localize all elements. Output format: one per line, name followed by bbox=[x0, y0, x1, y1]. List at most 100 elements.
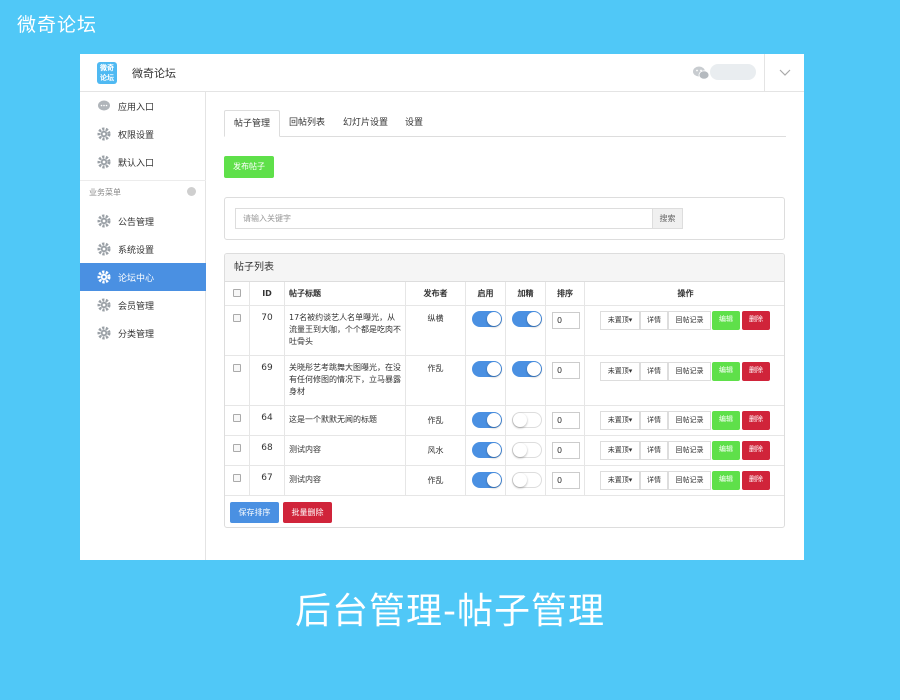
order-cell: 0 bbox=[546, 356, 585, 405]
tab-settings[interactable]: 设置 bbox=[396, 110, 432, 137]
edit-button[interactable]: 编辑 bbox=[712, 441, 740, 460]
delete-button[interactable]: 删除 bbox=[742, 471, 770, 490]
order-input[interactable]: 0 bbox=[552, 442, 580, 459]
order-cell: 0 bbox=[546, 306, 585, 355]
actions-cell: 未置顶▾ 详情 回帖记录 编辑 删除 bbox=[585, 436, 784, 465]
row-checkbox[interactable] bbox=[233, 444, 241, 452]
featured-toggle[interactable] bbox=[512, 412, 542, 428]
enabled-toggle[interactable] bbox=[472, 412, 502, 428]
sidebar-item-system-settings[interactable]: 系统设置 bbox=[80, 235, 206, 263]
order-input[interactable]: 0 bbox=[552, 472, 580, 489]
row-checkbox[interactable] bbox=[233, 364, 241, 372]
column-header-actions: 操作 bbox=[677, 289, 694, 298]
tab-slideshow-settings[interactable]: 幻灯片设置 bbox=[334, 110, 397, 137]
reply-records-button[interactable]: 回帖记录 bbox=[668, 411, 711, 430]
edit-button[interactable]: 编辑 bbox=[712, 311, 740, 330]
post-author: 作乱 bbox=[406, 406, 466, 435]
row-checkbox[interactable] bbox=[233, 314, 241, 322]
search-button[interactable]: 搜索 bbox=[652, 208, 683, 229]
order-input[interactable]: 0 bbox=[552, 412, 580, 429]
sidebar-item-categories[interactable]: 分类管理 bbox=[80, 319, 206, 347]
batch-delete-button[interactable]: 批量删除 bbox=[283, 502, 332, 523]
pin-dropdown-button[interactable]: 未置顶▾ bbox=[600, 441, 640, 460]
order-input[interactable]: 0 bbox=[552, 362, 580, 379]
delete-button[interactable]: 删除 bbox=[742, 362, 770, 381]
wechat-icon bbox=[693, 66, 710, 80]
enabled-cell bbox=[466, 406, 506, 435]
tab-bar: 帖子管理 回帖列表 幻灯片设置 设置 bbox=[224, 110, 786, 137]
collapse-toggle-icon[interactable] bbox=[187, 187, 196, 196]
brand-title: 微奇论坛 bbox=[17, 14, 98, 36]
actions-cell: 未置顶▾ 详情 回帖记录 编辑 删除 bbox=[585, 406, 784, 435]
pin-dropdown-button[interactable]: 未置顶▾ bbox=[600, 311, 640, 330]
row-checkbox[interactable] bbox=[233, 414, 241, 422]
page-caption: 后台管理-帖子管理 bbox=[295, 591, 605, 632]
post-list-title: 帖子列表 bbox=[225, 254, 784, 282]
post-author: 纵横 bbox=[406, 306, 466, 355]
edit-button[interactable]: 编辑 bbox=[712, 362, 740, 381]
enabled-toggle[interactable] bbox=[472, 442, 502, 458]
pin-dropdown-button[interactable]: 未置顶▾ bbox=[600, 411, 640, 430]
detail-button[interactable]: 详情 bbox=[640, 362, 668, 381]
detail-button[interactable]: 详情 bbox=[640, 441, 668, 460]
enabled-toggle[interactable] bbox=[472, 472, 502, 488]
edit-button[interactable]: 编辑 bbox=[712, 471, 740, 490]
sidebar-item-announcements[interactable]: 公告管理 bbox=[80, 207, 206, 235]
row-checkbox[interactable] bbox=[233, 474, 241, 482]
delete-button[interactable]: 删除 bbox=[742, 311, 770, 330]
post-author: 作乱 bbox=[406, 356, 466, 405]
sidebar-item-app-entry[interactable]: 应用入口 bbox=[80, 92, 206, 120]
sidebar-item-label: 公告管理 bbox=[118, 217, 155, 228]
enabled-cell bbox=[466, 466, 506, 495]
reply-records-button[interactable]: 回帖记录 bbox=[668, 362, 711, 381]
chevron-down-icon[interactable] bbox=[778, 66, 792, 78]
tab-reply-list[interactable]: 回帖列表 bbox=[280, 110, 334, 137]
order-cell: 0 bbox=[546, 436, 585, 465]
user-account-menu[interactable] bbox=[710, 64, 756, 80]
pin-dropdown-button[interactable]: 未置顶▾ bbox=[600, 471, 640, 490]
app-title: 微奇论坛 bbox=[132, 67, 176, 80]
featured-toggle[interactable] bbox=[512, 361, 542, 377]
detail-button[interactable]: 详情 bbox=[640, 471, 668, 490]
table-row: 69 关晓彤艺考跳舞大图曝光，在没有任何修图的情况下，立马暴露身材 作乱 0 未… bbox=[225, 356, 784, 406]
reply-records-button[interactable]: 回帖记录 bbox=[668, 441, 711, 460]
sidebar-item-default-entry[interactable]: 默认入口 bbox=[80, 148, 206, 176]
sidebar-item-forum-center[interactable]: 论坛中心 bbox=[80, 263, 206, 291]
table-row: 68 测试内容 风水 0 未置顶▾ 详情 回帖记录 编辑 删除 bbox=[225, 436, 784, 466]
sidebar-item-label: 论坛中心 bbox=[118, 273, 155, 284]
featured-toggle[interactable] bbox=[512, 472, 542, 488]
gear-icon bbox=[97, 326, 111, 340]
enabled-toggle[interactable] bbox=[472, 361, 502, 377]
reply-records-button[interactable]: 回帖记录 bbox=[668, 471, 711, 490]
detail-button[interactable]: 详情 bbox=[640, 411, 668, 430]
select-all-checkbox[interactable] bbox=[233, 289, 241, 297]
column-header-featured: 加精 bbox=[506, 282, 546, 305]
search-input[interactable]: 请输入关键字 bbox=[235, 208, 653, 229]
edit-button[interactable]: 编辑 bbox=[712, 411, 740, 430]
enabled-toggle[interactable] bbox=[472, 311, 502, 327]
post-id: 67 bbox=[250, 466, 285, 495]
header-checkbox-cell bbox=[225, 282, 250, 305]
gear-icon bbox=[97, 242, 111, 256]
save-order-button[interactable]: 保存排序 bbox=[230, 502, 279, 523]
delete-button[interactable]: 删除 bbox=[742, 411, 770, 430]
delete-button[interactable]: 删除 bbox=[742, 441, 770, 460]
tab-post-management[interactable]: 帖子管理 bbox=[224, 110, 281, 137]
publish-post-button[interactable]: 发布帖子 bbox=[224, 156, 274, 178]
detail-button[interactable]: 详情 bbox=[640, 311, 668, 330]
gear-icon bbox=[97, 214, 111, 228]
post-id: 70 bbox=[250, 306, 285, 355]
featured-cell bbox=[506, 356, 546, 405]
chat-bubble-icon bbox=[98, 100, 110, 111]
featured-toggle[interactable] bbox=[512, 311, 542, 327]
row-checkbox-cell bbox=[225, 406, 250, 435]
pin-dropdown-button[interactable]: 未置顶▾ bbox=[600, 362, 640, 381]
reply-records-button[interactable]: 回帖记录 bbox=[668, 311, 711, 330]
featured-toggle[interactable] bbox=[512, 442, 542, 458]
admin-window: 微奇 论坛 微奇论坛 应用入口 权限设置 默认入口 业务菜单 公告管理 系统设置… bbox=[80, 54, 804, 560]
order-input[interactable]: 0 bbox=[552, 312, 580, 329]
sidebar-item-permissions[interactable]: 权限设置 bbox=[80, 120, 206, 148]
sidebar-item-members[interactable]: 会员管理 bbox=[80, 291, 206, 319]
featured-cell bbox=[506, 306, 546, 355]
sidebar-item-label: 权限设置 bbox=[118, 130, 155, 141]
